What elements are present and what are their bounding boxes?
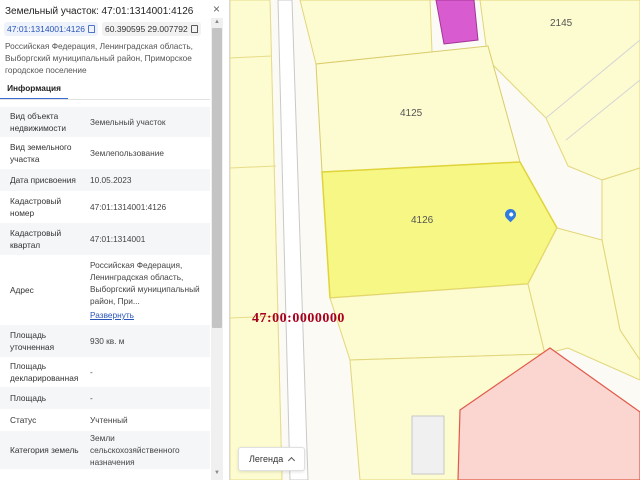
expand-link[interactable]: Развернуть bbox=[90, 309, 204, 321]
chip-row: 47:01:1314001:4126 60.390595 29.007792 bbox=[4, 22, 201, 36]
property-key: Статус bbox=[10, 415, 37, 425]
property-key: Кадастровый номер bbox=[10, 196, 62, 218]
plot-label-2145: 2145 bbox=[550, 18, 573, 29]
tab-information[interactable]: Информация bbox=[0, 80, 68, 100]
table-row: Статус Учтенный bbox=[0, 409, 210, 431]
table-row: Кадастровый квартал 47:01:1314001 bbox=[0, 223, 210, 255]
table-row: Вид объекта недвижимости Земельный участ… bbox=[0, 107, 210, 137]
cadastral-number-text: 47:01:1314001:4126 bbox=[7, 24, 85, 34]
properties-table: Вид объекта недвижимости Земельный участ… bbox=[0, 107, 210, 469]
property-key: Площадь декларированная bbox=[10, 361, 79, 383]
coordinates-text: 60.390595 29.007792 bbox=[105, 24, 188, 34]
scrollbar-thumb[interactable] bbox=[212, 28, 222, 328]
chevron-up-icon bbox=[288, 456, 296, 465]
parcel-4126 bbox=[321, 161, 558, 299]
property-value: 10.05.2023 bbox=[90, 175, 132, 185]
parcel-left bbox=[230, 0, 283, 480]
property-key: Адрес bbox=[10, 285, 34, 295]
property-value: - bbox=[90, 393, 93, 403]
property-key: Площадь bbox=[10, 393, 47, 403]
property-value: Земельный участок bbox=[90, 117, 166, 127]
property-key: Кадастровый квартал bbox=[10, 228, 62, 250]
copy-icon[interactable] bbox=[88, 25, 95, 33]
map-canvas bbox=[230, 0, 640, 480]
property-value: Российская Федерация, Ленинградская обла… bbox=[80, 259, 210, 321]
scroll-down-arrow-icon[interactable]: ▼ bbox=[212, 469, 222, 478]
property-value: 930 кв. м bbox=[90, 336, 125, 346]
scroll-up-arrow-icon[interactable]: ▲ bbox=[212, 18, 222, 27]
copy-icon[interactable] bbox=[190, 25, 198, 33]
property-key: Дата присвоения bbox=[10, 175, 76, 185]
legend-button[interactable]: Легенда bbox=[238, 447, 306, 471]
plot-label-4125: 4125 bbox=[400, 108, 423, 119]
close-icon[interactable]: × bbox=[213, 3, 220, 15]
property-value: - bbox=[90, 367, 93, 377]
table-row: Площадь - bbox=[0, 387, 210, 409]
property-key: Площадь уточненная bbox=[10, 330, 55, 352]
property-value: Земли сельскохозяйственного назначения bbox=[90, 433, 180, 467]
table-row: Категория земель Земли сельскохозяйствен… bbox=[0, 431, 210, 469]
table-row: Кадастровый номер 47:01:1314001:4126 bbox=[0, 191, 210, 223]
cadastral-quarter-label: 47:00:0000000 bbox=[252, 311, 345, 326]
property-key: Вид объекта недвижимости bbox=[10, 111, 66, 133]
panel-title: Земельный участок: 47:01:1314001:4126 bbox=[5, 6, 194, 17]
table-row: Дата присвоения 10.05.2023 bbox=[0, 169, 210, 191]
info-panel-content: Земельный участок: 47:01:1314001:4126 47… bbox=[0, 0, 210, 480]
highlighted-plot bbox=[435, 0, 479, 45]
property-value: 47:01:1314001:4126 bbox=[90, 202, 167, 212]
cadastral-map[interactable]: 2145 4125 4126 47:00:0000000 Легенда bbox=[230, 0, 640, 480]
property-key: Вид земельного участка bbox=[10, 142, 72, 164]
building bbox=[411, 415, 445, 475]
property-value: Учтенный bbox=[90, 415, 128, 425]
tab-divider bbox=[0, 99, 210, 100]
table-row: Площадь декларированная - bbox=[0, 357, 210, 387]
property-value: 47:01:1314001 bbox=[90, 234, 146, 244]
parcel-lower bbox=[329, 283, 546, 361]
table-row: Площадь уточненная 930 кв. м bbox=[0, 325, 210, 357]
info-panel: Земельный участок: 47:01:1314001:4126 47… bbox=[0, 0, 230, 480]
cadastral-number-chip[interactable]: 47:01:1314001:4126 bbox=[4, 22, 98, 36]
legend-label: Легенда bbox=[249, 454, 284, 464]
table-row: Вид земельного участка Землепользование bbox=[0, 137, 210, 169]
road-strip bbox=[277, 0, 309, 480]
property-value: Землепользование bbox=[90, 148, 164, 158]
address-value: Российская Федерация, Ленинградская обла… bbox=[90, 260, 200, 306]
property-key: Категория земель bbox=[10, 445, 79, 455]
coordinates-chip[interactable]: 60.390595 29.007792 bbox=[102, 22, 201, 36]
plot-label-4126: 4126 bbox=[411, 215, 434, 226]
table-row: Адрес Российская Федерация, Ленинградска… bbox=[0, 255, 210, 325]
plot-address: Российская Федерация, Ленинградская обла… bbox=[5, 41, 193, 75]
